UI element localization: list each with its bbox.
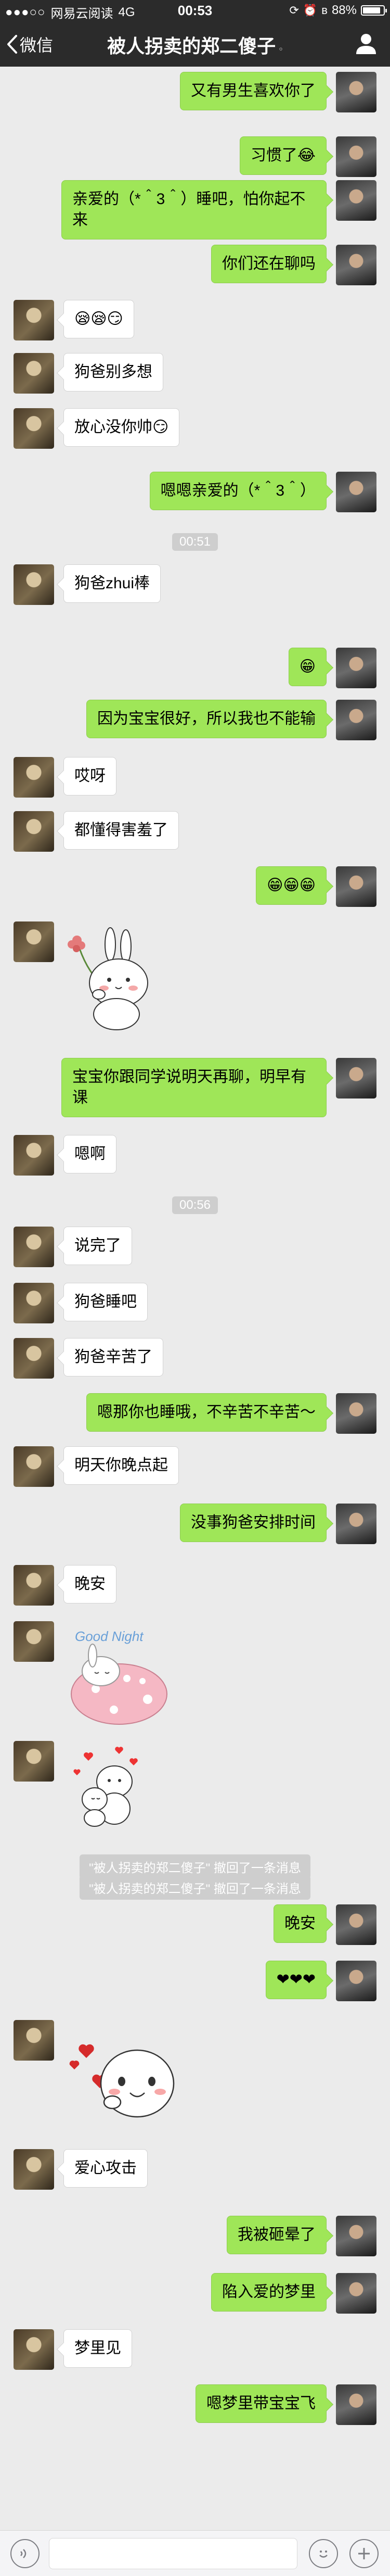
contact-avatar[interactable] <box>14 1741 54 1782</box>
timestamp-label: 00:56 <box>172 1196 218 1214</box>
message-bubble[interactable]: 说完了 <box>63 1227 132 1265</box>
recall-notice: "被人拐卖的郑二傻子" 撤回了一条消息 <box>0 1875 390 1900</box>
contact-avatar[interactable] <box>14 1565 54 1606</box>
message-bubble[interactable]: 嗯啊 <box>63 1135 116 1173</box>
message-bubble[interactable]: 嗯梦里带宝宝飞 <box>196 2384 327 2423</box>
nav-bar: 微信 被人拐卖的郑二傻子 ◦ <box>0 21 390 67</box>
bunny-flower-sticker[interactable] <box>64 921 153 1033</box>
message-bubble[interactable]: 你们还在聊吗 <box>211 245 327 283</box>
my-avatar[interactable] <box>336 1904 376 1945</box>
message-bubble[interactable]: 因为宝宝很好，所以我也不能输 <box>86 700 327 738</box>
more-button[interactable] <box>349 2539 379 2568</box>
good-night-sticker[interactable]: Good Night <box>64 1621 174 1733</box>
message-bubble[interactable]: 都懂得害羞了 <box>63 811 179 850</box>
contact-avatar[interactable] <box>14 1621 54 1662</box>
chat-title: 被人拐卖的郑二傻子 ◦ <box>0 31 390 58</box>
contact-avatar[interactable] <box>14 1283 54 1323</box>
plus-icon <box>358 2548 370 2559</box>
my-avatar[interactable] <box>336 1504 376 1544</box>
good-night-text: Good Night <box>75 1628 144 1644</box>
battery-icon <box>361 5 387 16</box>
contact-avatar[interactable] <box>14 564 54 605</box>
contact-avatar[interactable] <box>14 1135 54 1176</box>
contact-avatar[interactable] <box>14 811 54 852</box>
contact-avatar[interactable] <box>14 2020 54 2061</box>
contact-avatar[interactable] <box>14 300 54 340</box>
voice-icon <box>20 2549 27 2558</box>
message-bubble[interactable]: 放心没你帅😏 <box>63 408 180 447</box>
message-bubble[interactable]: 亲爱的（*＾3＾）睡吧，怕你起不来 <box>61 180 327 239</box>
chat-area[interactable]: 又有男生喜欢你了习惯了😂 亲爱的（*＾3＾）睡吧，怕你起不来你们还在聊吗 😪😪😏 狗爸… <box>0 67 390 2530</box>
timestamp-label: 00:51 <box>172 533 218 551</box>
lock-rotation-icon: ⟳ <box>289 4 299 17</box>
message-input[interactable] <box>49 2538 297 2569</box>
bluetooth-icon: ʙ <box>321 4 328 17</box>
chat-info-button[interactable] <box>355 32 378 58</box>
contact-avatar[interactable] <box>14 408 54 449</box>
emoji-button[interactable] <box>309 2539 338 2568</box>
my-avatar[interactable] <box>336 1058 376 1098</box>
message-bubble[interactable]: 明天你晚点起 <box>63 1446 179 1485</box>
recall-text: "被人拐卖的郑二傻子" 撤回了一条消息 <box>80 1875 310 1900</box>
message-bubble[interactable]: 晚安 <box>274 1904 327 1943</box>
my-avatar[interactable] <box>336 1393 376 1434</box>
message-bubble[interactable]: 😁 <box>288 648 327 686</box>
my-avatar[interactable] <box>336 648 376 688</box>
message-bubble[interactable]: 哎呀 <box>63 757 116 795</box>
my-avatar[interactable] <box>336 245 376 285</box>
message-bubble[interactable]: 爱心攻击 <box>63 2149 148 2188</box>
hearts-hug-sticker[interactable] <box>64 1741 148 1832</box>
timestamp: 00:51 <box>0 533 390 551</box>
my-avatar[interactable] <box>336 72 376 112</box>
message-bubble[interactable]: 😁😁😁 <box>256 866 327 905</box>
contact-avatar[interactable] <box>14 757 54 798</box>
contact-avatar[interactable] <box>14 1227 54 1267</box>
person-icon <box>356 34 376 54</box>
message-bubble[interactable]: 😪😪😏 <box>63 300 134 338</box>
battery-percent: 88% <box>331 3 357 17</box>
message-bubble[interactable]: 狗爸别多想 <box>63 353 163 392</box>
my-avatar[interactable] <box>336 1961 376 2001</box>
contact-avatar[interactable] <box>14 1446 54 1487</box>
my-avatar[interactable] <box>336 2384 376 2425</box>
my-avatar[interactable] <box>336 2216 376 2256</box>
my-avatar[interactable] <box>336 2273 376 2314</box>
message-bubble[interactable]: 没事狗爸安排时间 <box>180 1504 327 1542</box>
message-bubble[interactable]: 狗爸睡吧 <box>63 1283 148 1321</box>
message-bubble[interactable]: 狗爸zhui棒 <box>63 564 161 603</box>
message-bubble[interactable]: 习惯了😂 <box>239 136 327 175</box>
my-avatar[interactable] <box>336 472 376 512</box>
smiley-icon <box>319 2550 328 2558</box>
message-bubble[interactable]: ❤❤❤ <box>265 1961 327 1999</box>
message-bubble[interactable]: 晚安 <box>63 1565 116 1603</box>
contact-avatar[interactable] <box>14 2329 54 2370</box>
message-bubble[interactable]: 狗爸辛苦了 <box>63 1338 163 1377</box>
my-avatar[interactable] <box>336 866 376 907</box>
alarm-icon: ⏰ <box>303 4 318 17</box>
message-bubble[interactable]: 陷入爱的梦里 <box>211 2273 327 2312</box>
contact-avatar[interactable] <box>14 2149 54 2190</box>
message-bubble[interactable]: 我被砸晕了 <box>227 2216 327 2254</box>
contact-avatar[interactable] <box>14 1338 54 1379</box>
my-avatar[interactable] <box>336 700 376 740</box>
my-avatar[interactable] <box>336 180 376 221</box>
message-bubble[interactable]: 梦里见 <box>63 2329 132 2368</box>
status-bar: ●●●○○ 网易云阅读 4G 00:53 ⟳ ⏰ ʙ 88% <box>0 0 390 21</box>
message-bubble[interactable]: 嗯嗯亲爱的（*＾3＾） <box>149 472 327 510</box>
input-bar <box>0 2530 390 2576</box>
message-bubble[interactable]: 嗯那你也睡哦，不辛苦不辛苦～ <box>86 1393 327 1432</box>
contact-avatar[interactable] <box>14 921 54 962</box>
heart-attack-sticker[interactable] <box>64 2020 179 2132</box>
timestamp: 00:56 <box>0 1196 390 1214</box>
voice-button[interactable] <box>10 2539 40 2568</box>
mute-icon: ◦ <box>279 42 283 55</box>
my-avatar[interactable] <box>336 136 376 177</box>
message-bubble[interactable]: 又有男生喜欢你了 <box>180 72 327 110</box>
contact-avatar[interactable] <box>14 353 54 394</box>
chat-title-text: 被人拐卖的郑二傻子 <box>107 35 276 57</box>
message-bubble[interactable]: 宝宝你跟同学说明天再聊，明早有课 <box>61 1058 327 1117</box>
